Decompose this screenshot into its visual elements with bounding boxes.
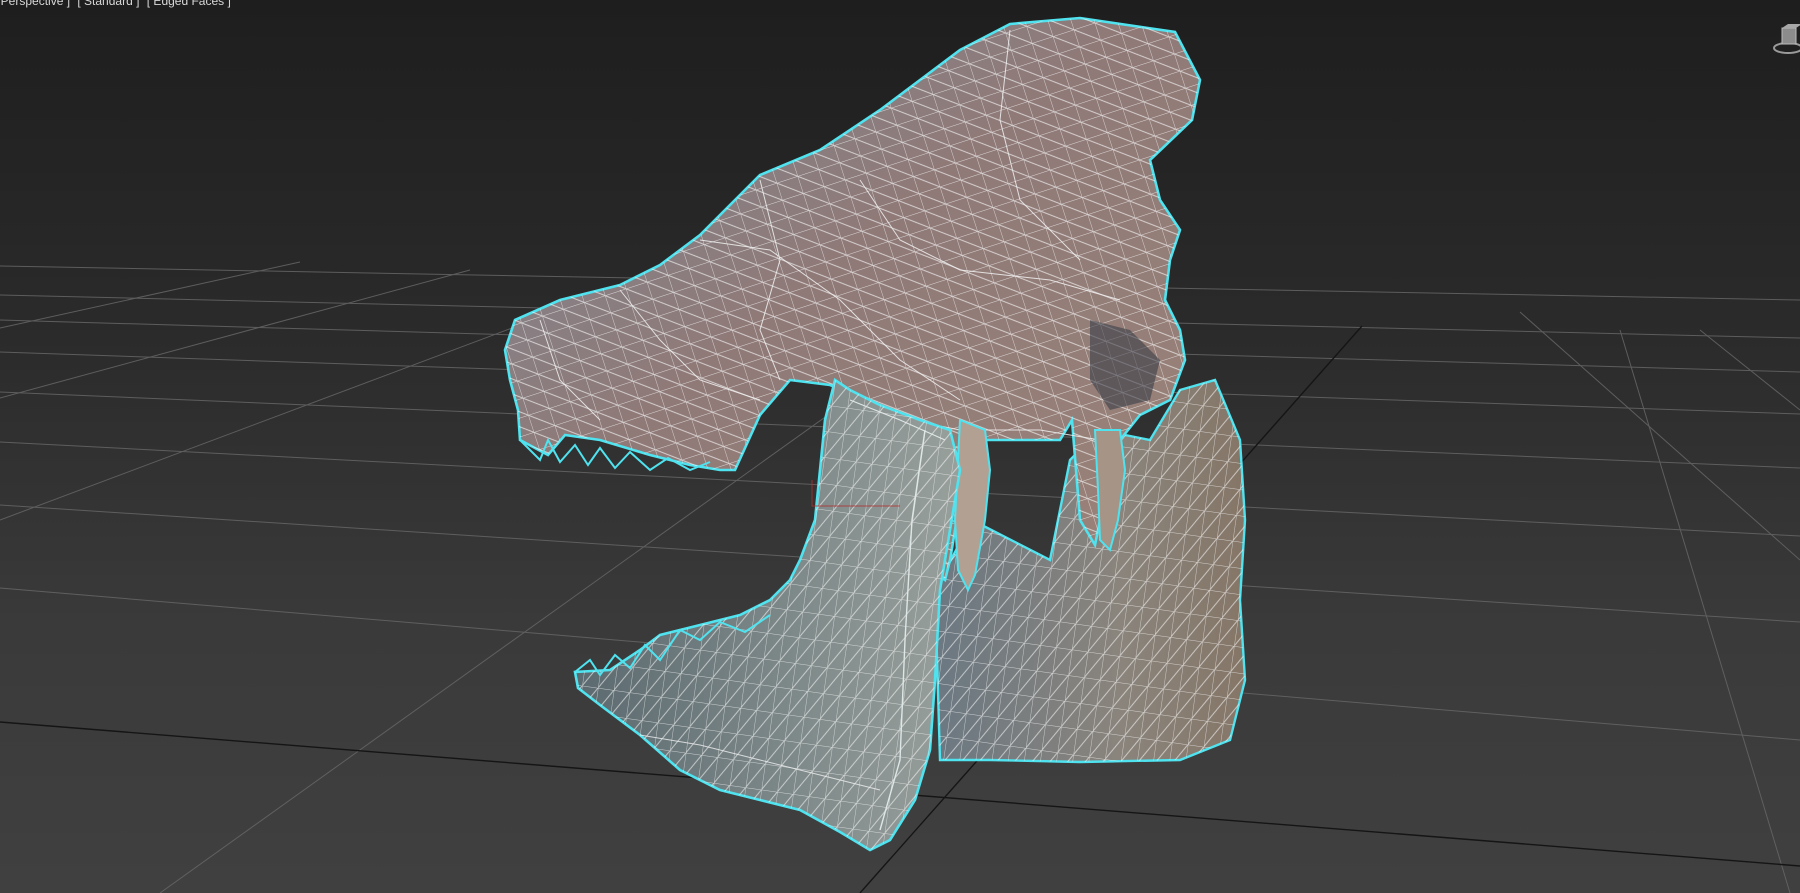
viewcube-icon[interactable] [1770,18,1800,58]
perspective-viewport[interactable]: [ Perspective ] [ Standard ] [ Edged Fac… [0,0,1800,893]
viewport-scene[interactable] [0,0,1800,893]
